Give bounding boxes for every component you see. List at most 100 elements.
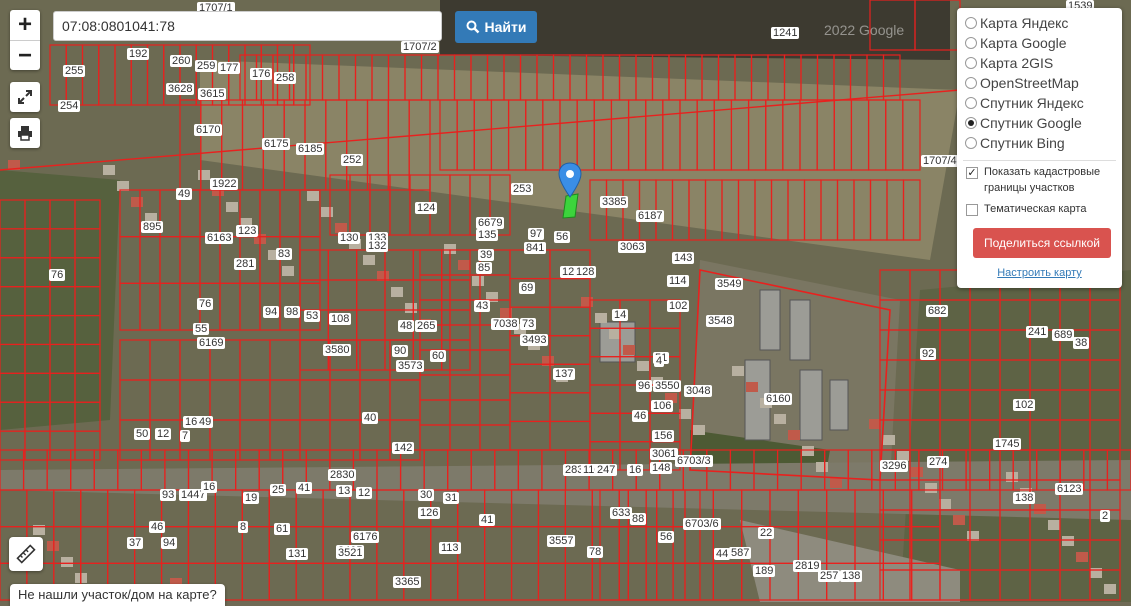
radio-unselected[interactable] (965, 97, 977, 109)
plot-number-label: 102 (667, 300, 690, 312)
plot-number-label: 44 (714, 548, 731, 560)
measure-button[interactable] (9, 537, 43, 571)
plot-number-label: 130 (338, 232, 361, 244)
house (939, 499, 951, 509)
plot-number-label: 253 (511, 183, 534, 195)
layer-option[interactable]: OpenStreetMap (965, 75, 1079, 91)
village-west (0, 170, 120, 430)
plot-number-label: 241 (1026, 326, 1049, 338)
plot-number-label: 30 (418, 489, 435, 501)
plot-number-label: 124 (415, 202, 438, 214)
plot-number-label: 50 (134, 428, 151, 440)
plot-number-label: 98 (284, 306, 301, 318)
plot-number-label: 135 (476, 229, 499, 241)
plot-number-label: 3296 (880, 460, 909, 472)
plot-number-label: 265 (415, 320, 438, 332)
show-cadastral-checkbox[interactable]: ✓ Показать кадастровые границы участков (966, 164, 1114, 196)
plot-number-label: 88 (630, 513, 647, 525)
print-button[interactable] (10, 118, 40, 148)
configure-map-link[interactable]: Настроить карту (957, 267, 1122, 279)
share-link-button[interactable]: Поделиться ссылкой (973, 228, 1111, 258)
search-icon (466, 20, 479, 34)
plot-number-label: 12 (155, 428, 172, 440)
plot-number-label: 3385 (600, 196, 629, 208)
zoom-out-button[interactable]: − (10, 40, 40, 71)
plot-number-label: 131 (286, 548, 309, 560)
plot-number-label: 633 (610, 507, 633, 519)
house (1104, 584, 1116, 594)
radio-unselected[interactable] (965, 137, 977, 149)
house (226, 202, 238, 212)
plot-number-label: 12 (356, 487, 373, 499)
zoom-control: + − (10, 10, 40, 70)
plot-number-label: 6169 (197, 337, 226, 349)
plot-number-label: 83 (276, 248, 293, 260)
plot-number-label: 128 (574, 266, 597, 278)
plot-number-label: 6185 (296, 143, 325, 155)
checkbox-checked[interactable]: ✓ (966, 167, 978, 179)
radio-unselected[interactable] (965, 77, 977, 89)
plot-number-label: 3365 (393, 576, 422, 588)
plot-number-label: 85 (476, 262, 493, 274)
plot-number-label: 41 (479, 514, 496, 526)
house (1048, 520, 1060, 530)
house (802, 446, 814, 456)
plot-number-label: 3580 (323, 344, 352, 356)
house (307, 191, 319, 201)
plot-number-label: 841 (524, 242, 547, 254)
not-found-button[interactable]: Не нашли участок/дом на карте? (10, 584, 225, 606)
plot-number-label: 257 (818, 570, 841, 582)
plot-number-label: 142 (392, 442, 415, 454)
plot-number-label: 6160 (764, 393, 793, 405)
search-button[interactable]: Найти (455, 11, 537, 43)
house (637, 361, 649, 371)
house (1062, 536, 1074, 546)
layer-option[interactable]: Карта Яндекс (965, 15, 1068, 31)
search-button-label: Найти (484, 19, 527, 35)
plot-number-label: 8 (238, 521, 249, 533)
plot-number-label: 106 (651, 400, 674, 412)
house (869, 419, 881, 429)
plot-number-label: 55 (193, 323, 210, 335)
layer-option[interactable]: Спутник Bing (965, 135, 1065, 151)
layer-option[interactable]: Спутник Google (965, 115, 1082, 131)
house (746, 382, 758, 392)
thematic-map-checkbox[interactable]: Тематическая карта (966, 201, 1086, 217)
plot-number-label: 113 (439, 542, 461, 554)
plot-number-label: 114 (667, 275, 689, 287)
checkbox-unchecked[interactable] (966, 204, 978, 216)
radio-unselected[interactable] (965, 57, 977, 69)
layer-option[interactable]: Спутник Яндекс (965, 95, 1084, 111)
plot-number-label: 6175 (262, 138, 291, 150)
house (816, 462, 828, 472)
fullscreen-button[interactable] (10, 82, 40, 112)
plot-number-label: 69 (519, 282, 536, 294)
plot-number-label: 254 (58, 100, 81, 112)
pin-dot (566, 170, 574, 178)
house (679, 409, 691, 419)
zoom-in-button[interactable]: + (10, 10, 40, 40)
layer-option-label: Спутник Google (980, 115, 1082, 131)
plot-number-label: 3549 (715, 278, 744, 290)
radio-unselected[interactable] (965, 37, 977, 49)
plot-number-label: 90 (392, 345, 409, 357)
plot-number-label: 16 (627, 464, 644, 476)
plot-number-label: 252 (341, 154, 364, 166)
cadastral-search-input[interactable] (53, 11, 442, 41)
layer-option[interactable]: Карта 2GIS (965, 55, 1053, 71)
radio-unselected[interactable] (965, 17, 977, 29)
plot-number-label: 3521 (336, 547, 365, 559)
plot-number-label: 46 (632, 410, 649, 422)
plot-number-label: 176 (250, 68, 273, 80)
plot-number-label: 123 (236, 225, 259, 237)
house (732, 366, 744, 376)
plot-number-label: 148 (650, 462, 673, 474)
plot-number-label: 259 (195, 60, 218, 72)
plot-number-label: 94 (161, 537, 178, 549)
radio-selected[interactable] (965, 117, 977, 129)
house (405, 303, 417, 313)
plot-number-label: 3573 (396, 360, 425, 372)
plot-number-label: 102 (1013, 399, 1036, 411)
show-cadastral-label: Показать кадастровые границы участков (984, 166, 1101, 194)
layer-option[interactable]: Карта Google (965, 35, 1067, 51)
